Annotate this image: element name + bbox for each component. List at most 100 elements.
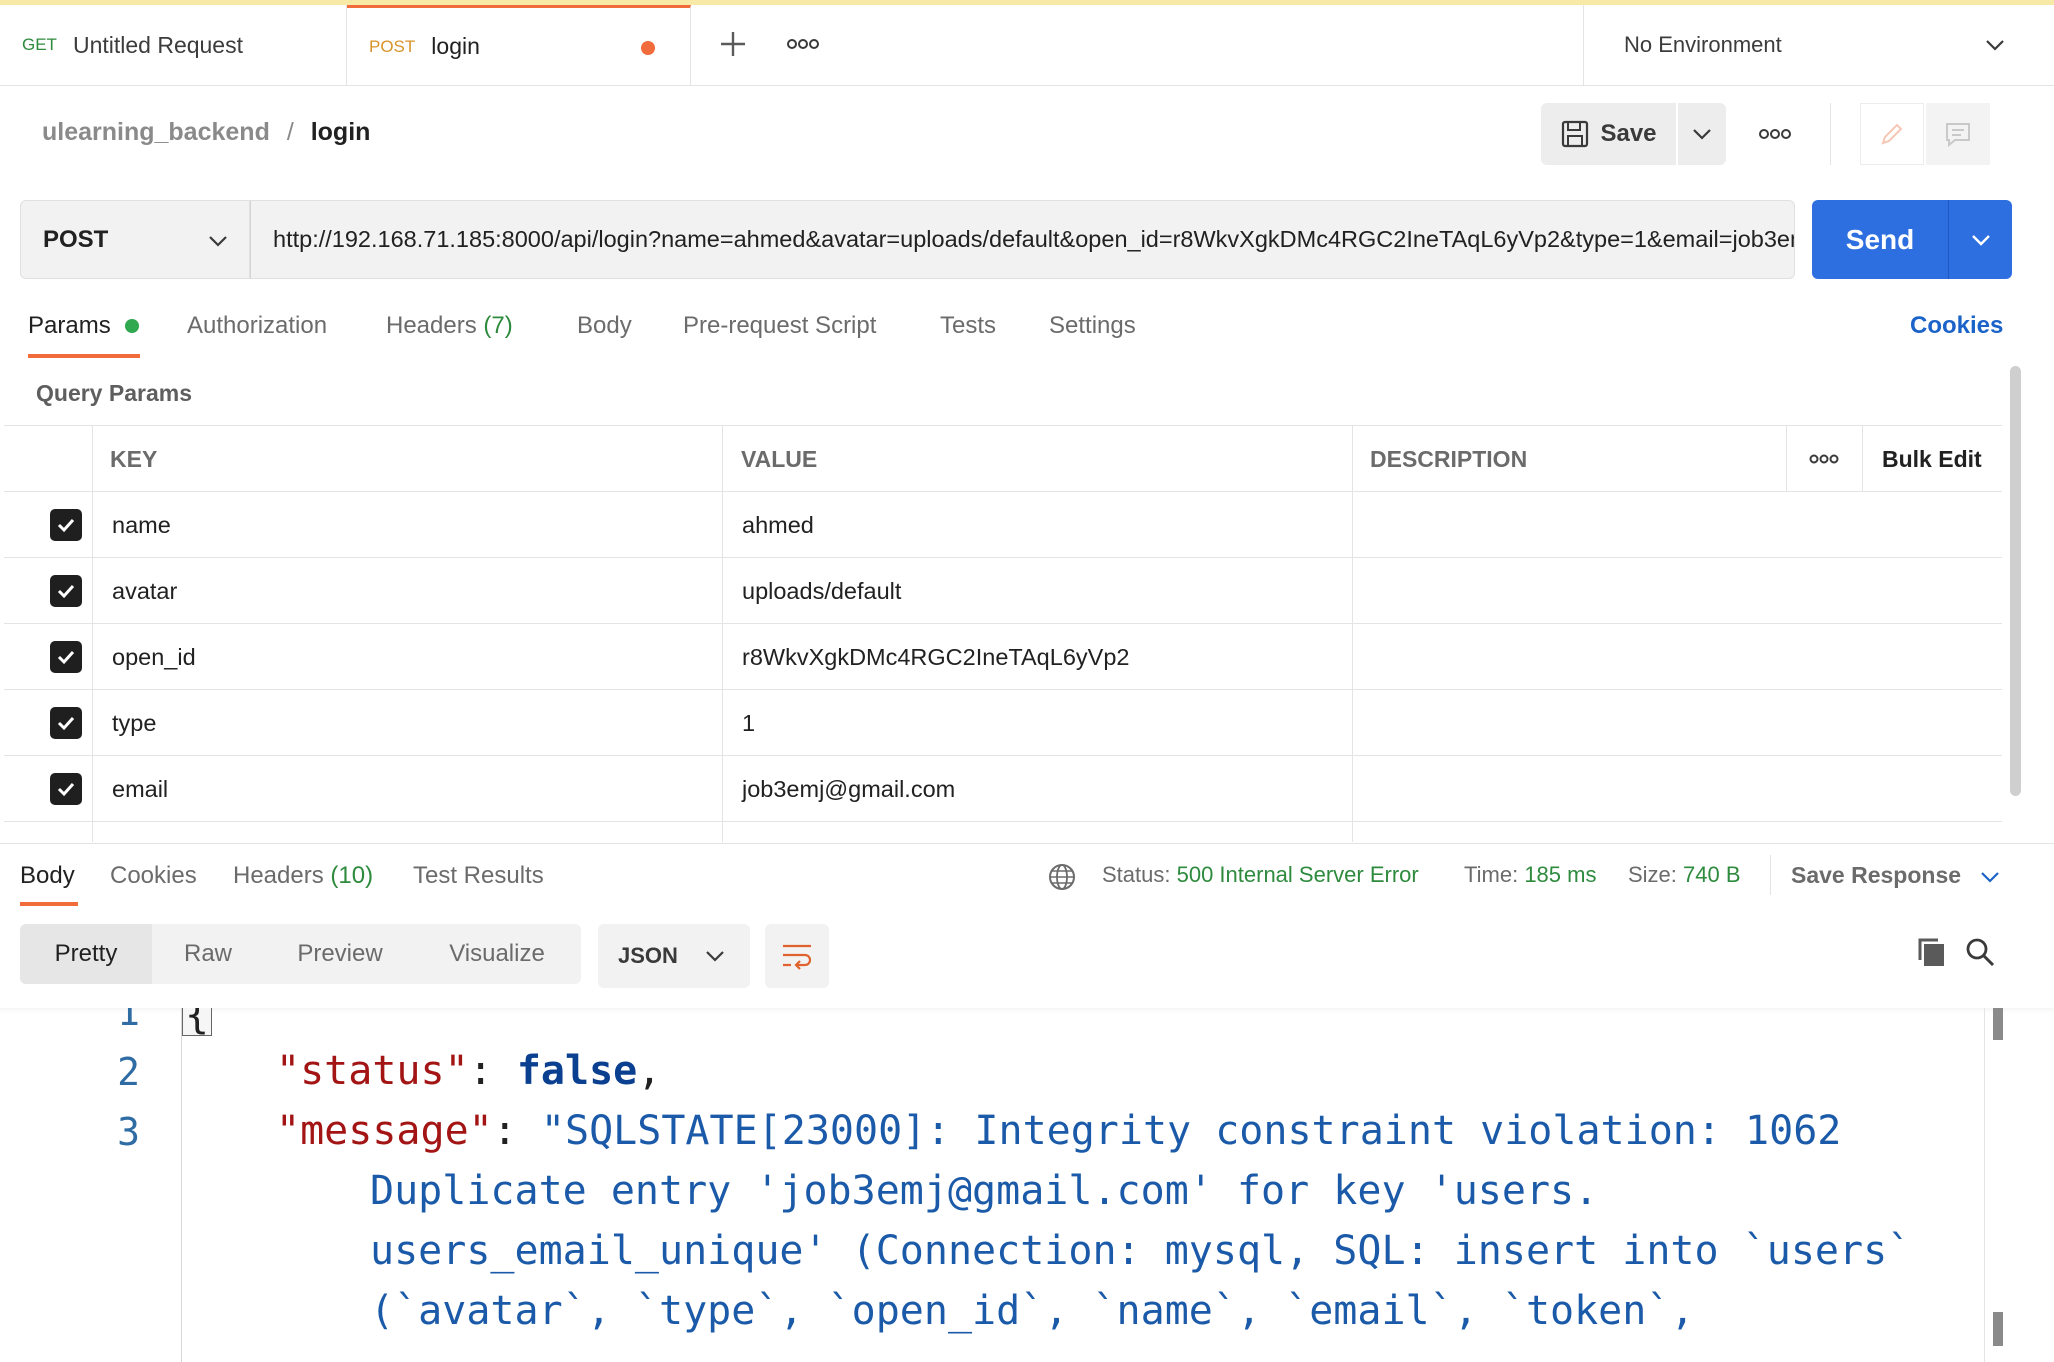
active-response-tab-underline (20, 902, 78, 906)
param-value[interactable]: ahmed (742, 492, 814, 558)
param-value[interactable]: r8WkvXgkDMc4RGC2IneTAqL6yVp2 (742, 624, 1129, 690)
code-line-message: "message": "SQLSTATE[23000]: Integrity c… (276, 1108, 1842, 1154)
editor-scrollbar-thumb-top[interactable] (1993, 1008, 2003, 1040)
new-tab-button[interactable] (716, 27, 750, 61)
param-checkbox[interactable] (50, 641, 82, 673)
wrap-lines-button[interactable] (765, 924, 829, 988)
editor-scrollbar-thumb-bottom[interactable] (1993, 1312, 2003, 1346)
param-key[interactable]: email (112, 756, 168, 822)
format-select[interactable]: JSON (598, 924, 750, 988)
tab-headers[interactable]: Headers (7) (386, 312, 513, 340)
time-label: Time: (1464, 862, 1519, 887)
table-header-row: KEY VALUE DESCRIPTION Bulk Edit (4, 426, 2002, 492)
tab-title: Untitled Request (72, 31, 243, 58)
tab-login[interactable]: POST login (347, 5, 691, 85)
params-scrollbar[interactable] (2010, 366, 2021, 796)
tab-authorization[interactable]: Authorization (187, 312, 327, 340)
line-number: 1 (117, 1008, 140, 1034)
response-status[interactable]: Status: 500 Internal Server Error (1102, 862, 1419, 888)
search-button[interactable] (1964, 936, 1996, 973)
bulk-edit-button[interactable]: Bulk Edit (1882, 426, 1982, 492)
request-options-button[interactable] (1758, 125, 1792, 143)
time-value: 185 ms (1524, 862, 1597, 887)
method-select[interactable]: POST (20, 200, 250, 279)
view-raw[interactable]: Raw (152, 924, 264, 984)
send-options-button[interactable] (1948, 200, 2012, 279)
checkmark-icon (57, 518, 75, 533)
tab-params-label: Params (28, 312, 111, 339)
line-number: 3 (117, 1110, 140, 1154)
breadcrumb-request[interactable]: login (311, 118, 371, 146)
save-response-button[interactable]: Save Response (1791, 862, 2001, 889)
param-checkbox[interactable] (50, 707, 82, 739)
tab-settings[interactable]: Settings (1049, 312, 1136, 340)
tab-tests[interactable]: Tests (940, 312, 996, 340)
table-row: name ahmed (4, 492, 2002, 558)
url-input[interactable]: http://192.168.71.185:8000/api/login?nam… (250, 200, 1795, 279)
breadcrumb-collection[interactable]: ulearning_backend (42, 118, 270, 146)
environment-selector[interactable]: No Environment (1583, 5, 2054, 85)
param-value[interactable]: 1 (742, 690, 755, 756)
json-value-status: false (516, 1048, 638, 1094)
param-checkbox[interactable] (50, 509, 82, 541)
response-tab-cookies[interactable]: Cookies (110, 862, 197, 890)
comment-icon (1946, 123, 1970, 148)
tab-method-label: POST (369, 36, 416, 56)
response-headers-count: (10) (330, 862, 374, 889)
tab-title: login (431, 33, 480, 59)
tab-prerequest-script[interactable]: Pre-request Script (683, 312, 876, 340)
response-tab-body[interactable]: Body (20, 862, 75, 890)
tab-options-button[interactable] (786, 35, 820, 53)
param-key[interactable]: type (112, 690, 156, 756)
plus-icon (721, 32, 745, 56)
wrap-lines-icon (783, 944, 812, 970)
checkmark-icon (57, 716, 75, 731)
response-size[interactable]: Size: 740 B (1628, 862, 1741, 888)
view-pretty[interactable]: Pretty (20, 924, 152, 984)
tab-body[interactable]: Body (577, 312, 632, 340)
edit-button[interactable] (1860, 103, 1924, 165)
globe-icon (1049, 864, 1075, 890)
cookies-link[interactable]: Cookies (1910, 312, 2003, 340)
save-label: Save (1600, 120, 1657, 147)
status-label: Status: (1102, 862, 1171, 887)
param-key[interactable]: open_id (112, 624, 196, 690)
chevron-down-icon (1971, 234, 1990, 246)
editor-gutter-border (181, 1008, 182, 1362)
params-active-dot (125, 319, 140, 333)
tab-params[interactable]: Params (28, 312, 140, 340)
json-message-line: Duplicate entry 'job3emj@gmail.com' for … (370, 1168, 1599, 1214)
param-value[interactable]: uploads/default (742, 558, 901, 624)
param-checkbox[interactable] (50, 773, 82, 805)
chevron-down-icon (1693, 129, 1711, 140)
param-key[interactable]: name (112, 492, 171, 558)
size-value: 740 B (1683, 862, 1741, 887)
query-params-table: KEY VALUE DESCRIPTION Bulk Edit name ahm… (4, 425, 2002, 842)
response-body-editor[interactable]: 1 2 3 { "status": false, "message": "SQL… (0, 1008, 2054, 1362)
response-time[interactable]: Time: 185 ms (1464, 862, 1596, 888)
tab-untitled-request[interactable]: GET Untitled Request (0, 5, 347, 85)
format-label: JSON (618, 943, 678, 968)
column-options-button[interactable] (1796, 426, 1852, 492)
table-row-partial (4, 822, 2002, 842)
network-info-button[interactable] (1047, 862, 1077, 897)
comments-button[interactable] (1926, 103, 1990, 165)
view-preview[interactable]: Preview (264, 924, 416, 984)
copy-button[interactable] (1916, 936, 1948, 973)
response-tab-test-results[interactable]: Test Results (413, 862, 544, 890)
save-options-button[interactable] (1678, 103, 1726, 165)
query-params-title: Query Params (36, 380, 192, 406)
param-checkbox[interactable] (50, 575, 82, 607)
method-label: POST (43, 225, 109, 253)
param-key[interactable]: avatar (112, 558, 177, 624)
more-horizontal-icon (787, 39, 819, 49)
save-button[interactable]: Save (1541, 103, 1676, 165)
pencil-icon (1881, 123, 1903, 145)
send-button[interactable]: Send (1812, 200, 1948, 279)
response-tab-headers[interactable]: Headers (10) (233, 862, 373, 890)
environment-label: No Environment (1624, 32, 1782, 57)
line-number: 2 (117, 1050, 140, 1094)
view-visualize[interactable]: Visualize (416, 924, 578, 984)
param-value[interactable]: job3emj@gmail.com (742, 756, 955, 822)
table-row: email job3emj@gmail.com (4, 756, 2002, 822)
